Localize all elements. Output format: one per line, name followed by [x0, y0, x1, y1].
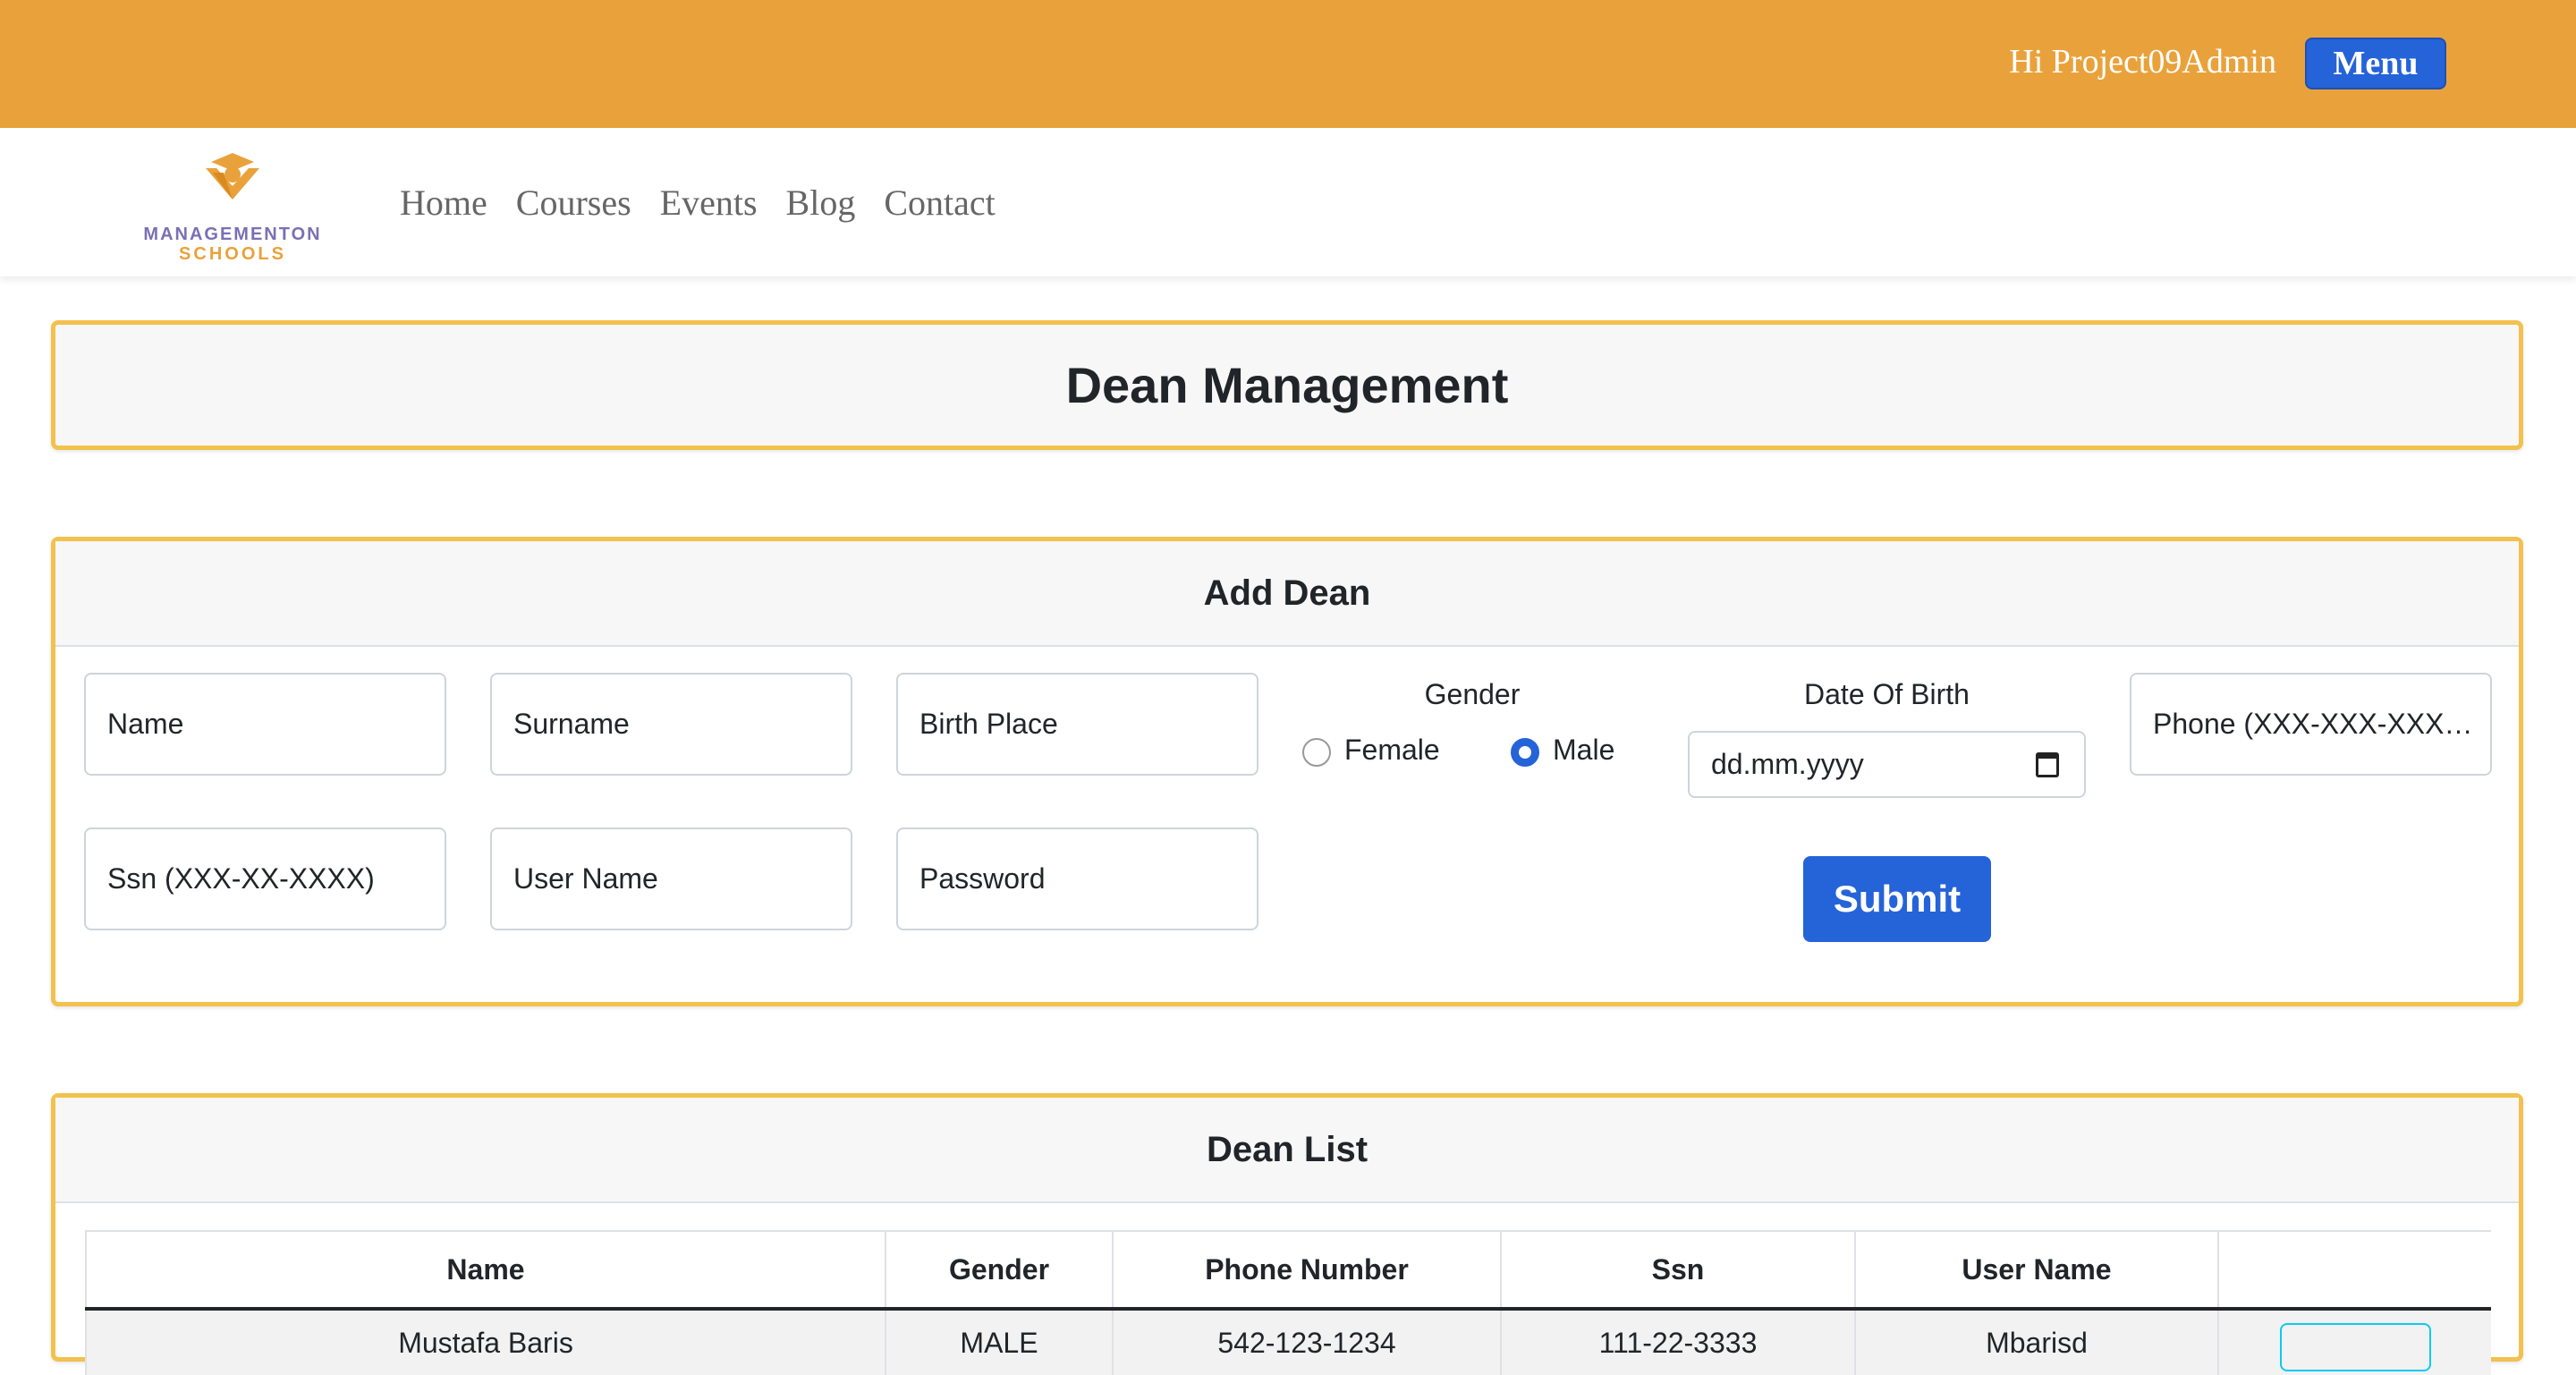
nav-blog[interactable]: Blog	[786, 182, 856, 224]
col-phone: Phone Number	[1112, 1230, 1501, 1311]
dob-input[interactable]: dd.mm.yyyy	[1688, 731, 2086, 798]
menu-button[interactable]: Menu	[2305, 38, 2446, 89]
male-label[interactable]: Male	[1553, 734, 1614, 767]
col-ssn: Ssn	[1500, 1230, 1855, 1311]
greeting-text: Hi Project09Admin	[2009, 43, 2276, 81]
ssn-input[interactable]: Ssn (XXX-XX-XXXX)	[84, 828, 446, 930]
table-row: Mustafa Baris MALE 542-123-1234 111-22-3…	[85, 1309, 2491, 1375]
col-username: User Name	[1854, 1230, 2218, 1311]
brand-line2: SCHOOLS	[179, 244, 286, 264]
navbar: MANAGEMENTON SCHOOLS Home Courses Events…	[0, 128, 2576, 276]
birth-place-input[interactable]: Birth Place	[896, 673, 1258, 776]
graduation-logo-icon	[206, 153, 259, 199]
table-header-row: Name Gender Phone Number Ssn User Name	[85, 1230, 2491, 1311]
nav-events[interactable]: Events	[660, 182, 758, 224]
female-label[interactable]: Female	[1344, 734, 1440, 767]
cell-username: Mbarisd	[1854, 1309, 2218, 1375]
dean-list-title: Dean List	[55, 1098, 2519, 1203]
submit-button[interactable]: Submit	[1803, 856, 1991, 942]
calendar-icon[interactable]	[2036, 752, 2059, 777]
col-actions	[2217, 1230, 2491, 1311]
cell-phone: 542-123-1234	[1112, 1309, 1501, 1375]
phone-input[interactable]: Phone (XXX-XXX-XXX…	[2130, 673, 2492, 776]
surname-input[interactable]: Surname	[490, 673, 852, 776]
dob-placeholder: dd.mm.yyyy	[1711, 748, 1864, 780]
add-dean-title: Add Dean	[55, 541, 2519, 647]
female-radio[interactable]	[1302, 738, 1331, 767]
username-input[interactable]: User Name	[490, 828, 852, 930]
nav-links: Home Courses Events Blog Contact	[400, 182, 996, 224]
dean-table: Name Gender Phone Number Ssn User Name M…	[85, 1230, 2491, 1375]
col-gender: Gender	[885, 1230, 1113, 1311]
password-input[interactable]: Password	[896, 828, 1258, 930]
cell-gender: MALE	[885, 1309, 1113, 1375]
col-name: Name	[85, 1230, 886, 1311]
page-title-card: Dean Management	[51, 320, 2523, 450]
male-radio[interactable]	[1511, 738, 1539, 767]
top-bar: Hi Project09Admin Menu	[0, 0, 2576, 128]
gender-label: Gender	[1424, 678, 1521, 710]
brand-line1: MANAGEMENTON	[143, 225, 322, 244]
nav-contact[interactable]: Contact	[884, 182, 995, 224]
nav-courses[interactable]: Courses	[516, 182, 631, 224]
cell-name: Mustafa Baris	[85, 1309, 886, 1375]
cell-action	[2217, 1309, 2491, 1375]
logo[interactable]: MANAGEMENTON SCHOOLS	[134, 146, 331, 264]
edit-button[interactable]	[2279, 1323, 2431, 1371]
page-title: Dean Management	[55, 325, 2519, 446]
name-input[interactable]: Name	[84, 673, 446, 776]
nav-home[interactable]: Home	[400, 182, 487, 224]
dob-label: Date Of Birth	[1804, 678, 1970, 710]
cell-ssn: 111-22-3333	[1500, 1309, 1855, 1375]
